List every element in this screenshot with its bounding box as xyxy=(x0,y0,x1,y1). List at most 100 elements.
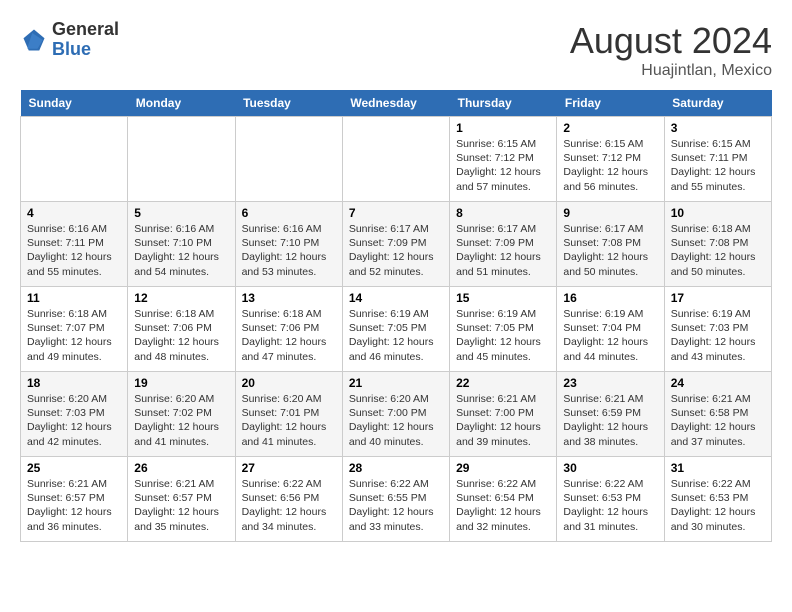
day-info: Sunrise: 6:21 AM Sunset: 6:58 PM Dayligh… xyxy=(671,392,765,449)
day-info: Sunrise: 6:20 AM Sunset: 7:01 PM Dayligh… xyxy=(242,392,336,449)
day-info: Sunrise: 6:18 AM Sunset: 7:08 PM Dayligh… xyxy=(671,222,765,279)
calendar-cell: 13 Sunrise: 6:18 AM Sunset: 7:06 PM Dayli… xyxy=(235,287,342,372)
calendar-cell: 16 Sunrise: 6:19 AM Sunset: 7:04 PM Dayli… xyxy=(557,287,664,372)
day-info: Sunrise: 6:15 AM Sunset: 7:11 PM Dayligh… xyxy=(671,137,765,194)
day-number: 3 xyxy=(671,121,765,135)
day-info: Sunrise: 6:16 AM Sunset: 7:10 PM Dayligh… xyxy=(242,222,336,279)
day-info: Sunrise: 6:21 AM Sunset: 6:57 PM Dayligh… xyxy=(134,477,228,534)
calendar-cell: 14Sunrise: 6:19 AM Sunset: 7:05 PM Dayli… xyxy=(342,287,449,372)
day-number: 16 xyxy=(563,291,657,305)
calendar-cell: 4 Sunrise: 6:16 AM Sunset: 7:11 PM Daylig… xyxy=(21,202,128,287)
day-number: 15 xyxy=(456,291,550,305)
calendar-cell xyxy=(235,117,342,202)
day-number: 7 xyxy=(349,206,443,220)
day-info: Sunrise: 6:17 AM Sunset: 7:09 PM Dayligh… xyxy=(349,222,443,279)
day-info: Sunrise: 6:16 AM Sunset: 7:11 PM Dayligh… xyxy=(27,222,121,279)
calendar-week-3: 11 Sunrise: 6:18 AM Sunset: 7:07 PM Dayli… xyxy=(21,287,772,372)
calendar-cell: 22Sunrise: 6:21 AM Sunset: 7:00 PM Dayli… xyxy=(450,372,557,457)
calendar-cell: 9 Sunrise: 6:17 AM Sunset: 7:08 PM Daylig… xyxy=(557,202,664,287)
day-number: 9 xyxy=(563,206,657,220)
day-info: Sunrise: 6:20 AM Sunset: 7:03 PM Dayligh… xyxy=(27,392,121,449)
day-number: 8 xyxy=(456,206,550,220)
day-info: Sunrise: 6:22 AM Sunset: 6:53 PM Dayligh… xyxy=(563,477,657,534)
day-number: 31 xyxy=(671,461,765,475)
calendar-week-4: 18 Sunrise: 6:20 AM Sunset: 7:03 PM Dayli… xyxy=(21,372,772,457)
calendar-cell: 3 Sunrise: 6:15 AM Sunset: 7:11 PM Daylig… xyxy=(664,117,771,202)
calendar-week-2: 4 Sunrise: 6:16 AM Sunset: 7:11 PM Daylig… xyxy=(21,202,772,287)
day-info: Sunrise: 6:19 AM Sunset: 7:05 PM Dayligh… xyxy=(456,307,550,364)
day-info: Sunrise: 6:19 AM Sunset: 7:04 PM Dayligh… xyxy=(563,307,657,364)
page-header: General Blue August 2024 Huajintlan, Mex… xyxy=(20,20,772,80)
day-number: 13 xyxy=(242,291,336,305)
weekday-header-saturday: Saturday xyxy=(664,90,771,117)
calendar-table: SundayMondayTuesdayWednesdayThursdayFrid… xyxy=(20,90,772,542)
calendar-cell: 29Sunrise: 6:22 AM Sunset: 6:54 PM Dayli… xyxy=(450,457,557,542)
day-info: Sunrise: 6:17 AM Sunset: 7:09 PM Dayligh… xyxy=(456,222,550,279)
calendar-cell: 11 Sunrise: 6:18 AM Sunset: 7:07 PM Dayli… xyxy=(21,287,128,372)
calendar-cell: 30 Sunrise: 6:22 AM Sunset: 6:53 PM Dayli… xyxy=(557,457,664,542)
day-info: Sunrise: 6:15 AM Sunset: 7:12 PM Dayligh… xyxy=(563,137,657,194)
day-info: Sunrise: 6:16 AM Sunset: 7:10 PM Dayligh… xyxy=(134,222,228,279)
day-info: Sunrise: 6:20 AM Sunset: 7:00 PM Dayligh… xyxy=(349,392,443,449)
day-info: Sunrise: 6:17 AM Sunset: 7:08 PM Dayligh… xyxy=(563,222,657,279)
calendar-cell: 5 Sunrise: 6:16 AM Sunset: 7:10 PM Daylig… xyxy=(128,202,235,287)
logo-general: General xyxy=(52,20,119,40)
calendar-cell: 6Sunrise: 6:16 AM Sunset: 7:10 PM Daylig… xyxy=(235,202,342,287)
logo-blue: Blue xyxy=(52,40,119,60)
day-info: Sunrise: 6:18 AM Sunset: 7:07 PM Dayligh… xyxy=(27,307,121,364)
day-number: 29 xyxy=(456,461,550,475)
day-number: 5 xyxy=(134,206,228,220)
day-info: Sunrise: 6:22 AM Sunset: 6:56 PM Dayligh… xyxy=(242,477,336,534)
weekday-header-tuesday: Tuesday xyxy=(235,90,342,117)
day-number: 30 xyxy=(563,461,657,475)
day-number: 4 xyxy=(27,206,121,220)
calendar-cell: 27Sunrise: 6:22 AM Sunset: 6:56 PM Dayli… xyxy=(235,457,342,542)
calendar-cell: 17Sunrise: 6:19 AM Sunset: 7:03 PM Dayli… xyxy=(664,287,771,372)
day-number: 18 xyxy=(27,376,121,390)
logo: General Blue xyxy=(20,20,119,60)
weekday-header-friday: Friday xyxy=(557,90,664,117)
day-number: 10 xyxy=(671,206,765,220)
day-number: 26 xyxy=(134,461,228,475)
day-number: 14 xyxy=(349,291,443,305)
location-title: Huajintlan, Mexico xyxy=(570,62,772,80)
day-number: 2 xyxy=(563,121,657,135)
day-number: 21 xyxy=(349,376,443,390)
calendar-cell: 25 Sunrise: 6:21 AM Sunset: 6:57 PM Dayli… xyxy=(21,457,128,542)
calendar-cell: 26 Sunrise: 6:21 AM Sunset: 6:57 PM Dayli… xyxy=(128,457,235,542)
weekday-header-monday: Monday xyxy=(128,90,235,117)
month-year-title: August 2024 xyxy=(570,20,772,62)
calendar-cell xyxy=(128,117,235,202)
calendar-cell: 15 Sunrise: 6:19 AM Sunset: 7:05 PM Dayli… xyxy=(450,287,557,372)
day-info: Sunrise: 6:18 AM Sunset: 7:06 PM Dayligh… xyxy=(242,307,336,364)
day-number: 11 xyxy=(27,291,121,305)
calendar-cell: 31 Sunrise: 6:22 AM Sunset: 6:53 PM Dayli… xyxy=(664,457,771,542)
weekday-header-wednesday: Wednesday xyxy=(342,90,449,117)
calendar-cell: 2 Sunrise: 6:15 AM Sunset: 7:12 PM Daylig… xyxy=(557,117,664,202)
calendar-cell: 23Sunrise: 6:21 AM Sunset: 6:59 PM Dayli… xyxy=(557,372,664,457)
calendar-cell: 7 Sunrise: 6:17 AM Sunset: 7:09 PM Daylig… xyxy=(342,202,449,287)
weekday-header-row: SundayMondayTuesdayWednesdayThursdayFrid… xyxy=(21,90,772,117)
calendar-cell: 18 Sunrise: 6:20 AM Sunset: 7:03 PM Dayli… xyxy=(21,372,128,457)
title-section: August 2024 Huajintlan, Mexico xyxy=(570,20,772,80)
calendar-cell: 28Sunrise: 6:22 AM Sunset: 6:55 PM Dayli… xyxy=(342,457,449,542)
weekday-header-thursday: Thursday xyxy=(450,90,557,117)
day-number: 22 xyxy=(456,376,550,390)
day-number: 12 xyxy=(134,291,228,305)
calendar-cell: 20 Sunrise: 6:20 AM Sunset: 7:01 PM Dayli… xyxy=(235,372,342,457)
logo-text: General Blue xyxy=(52,20,119,60)
weekday-header-sunday: Sunday xyxy=(21,90,128,117)
day-number: 1 xyxy=(456,121,550,135)
day-info: Sunrise: 6:21 AM Sunset: 6:57 PM Dayligh… xyxy=(27,477,121,534)
day-info: Sunrise: 6:22 AM Sunset: 6:53 PM Dayligh… xyxy=(671,477,765,534)
calendar-cell: 8 Sunrise: 6:17 AM Sunset: 7:09 PM Daylig… xyxy=(450,202,557,287)
day-number: 20 xyxy=(242,376,336,390)
logo-icon xyxy=(20,26,48,54)
day-info: Sunrise: 6:21 AM Sunset: 6:59 PM Dayligh… xyxy=(563,392,657,449)
day-number: 28 xyxy=(349,461,443,475)
calendar-cell: 10 Sunrise: 6:18 AM Sunset: 7:08 PM Dayli… xyxy=(664,202,771,287)
calendar-week-5: 25 Sunrise: 6:21 AM Sunset: 6:57 PM Dayli… xyxy=(21,457,772,542)
calendar-cell xyxy=(342,117,449,202)
calendar-cell: 24Sunrise: 6:21 AM Sunset: 6:58 PM Dayli… xyxy=(664,372,771,457)
day-number: 25 xyxy=(27,461,121,475)
